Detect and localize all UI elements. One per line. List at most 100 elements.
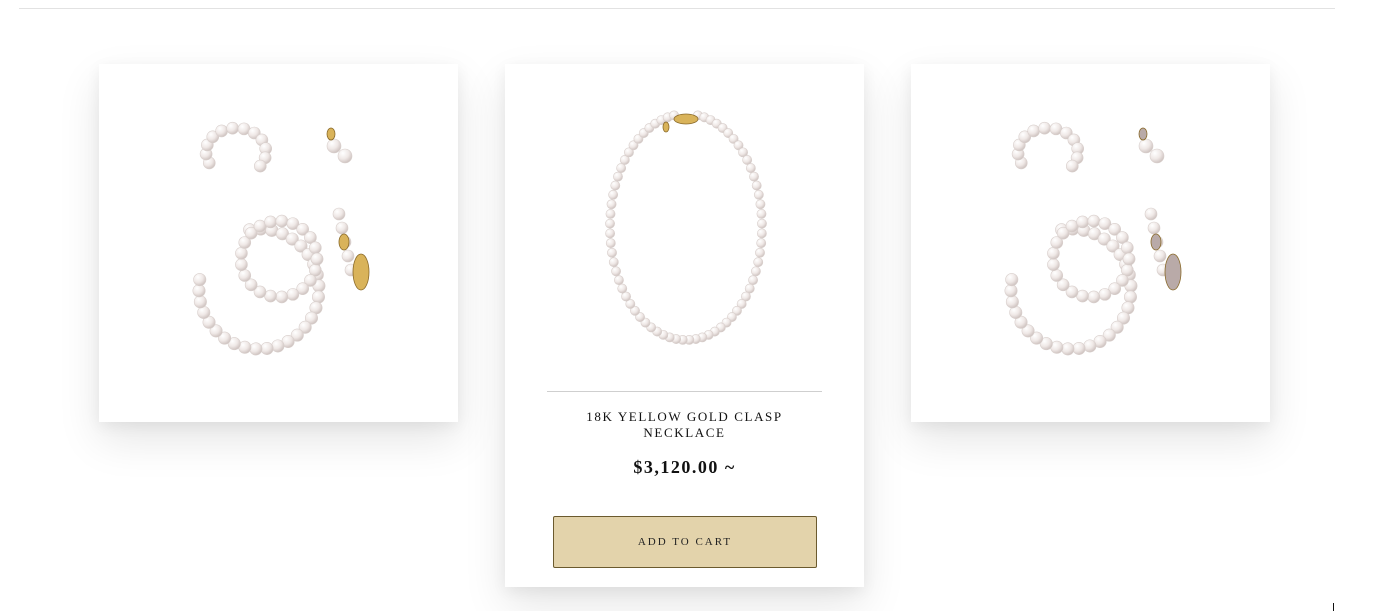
- pearl-icon: [748, 275, 758, 286]
- clasp-icon: [338, 233, 350, 251]
- pearl-icon: [275, 290, 289, 304]
- pearl-icon: [757, 218, 767, 229]
- pearl-icon: [753, 257, 764, 268]
- earring-post-icon: [1138, 127, 1148, 141]
- product-price: $3,120.00 ~: [633, 457, 736, 477]
- pearl-icon: [756, 209, 767, 219]
- clasp-icon: [352, 253, 370, 291]
- pearl-icon: [1087, 290, 1101, 304]
- text-cursor-icon: [1333, 603, 1334, 611]
- product-card-necklace[interactable]: 18K YELLOW GOLD CLASP NECKLACE $3,120.00…: [505, 64, 864, 587]
- product-image-pearl-set-white-gold[interactable]: [911, 64, 1270, 422]
- earring-icon: [326, 138, 342, 154]
- clasp-icon: [1164, 253, 1182, 291]
- pearl-icon: [192, 284, 206, 298]
- pearl-icon: [311, 290, 325, 304]
- pearl-icon: [1038, 121, 1051, 135]
- pearl-icon: [1144, 207, 1158, 221]
- pearl-icon: [1147, 221, 1161, 235]
- clasp-icon: [1150, 233, 1162, 251]
- pearl-icon: [1122, 252, 1136, 266]
- card-divider: [547, 391, 822, 392]
- earring-icon: [337, 148, 353, 164]
- pearl-icon: [614, 275, 624, 286]
- pearl-icon: [606, 199, 617, 210]
- pearl-icon: [605, 238, 616, 249]
- pearl-icon: [611, 266, 621, 277]
- pearl-icon: [1083, 339, 1097, 353]
- pearl-icon: [226, 121, 239, 135]
- pearl-icon: [341, 249, 355, 263]
- pearl-icon: [751, 266, 761, 277]
- pearl-icon: [332, 207, 346, 221]
- product-image-necklace[interactable]: [505, 64, 864, 422]
- pearl-icon: [753, 189, 764, 200]
- pearl-icon: [253, 159, 267, 173]
- pearl-icon: [742, 155, 753, 165]
- pearl-icon: [613, 171, 623, 182]
- pearl-icon: [1047, 247, 1060, 260]
- pearl-icon: [1065, 219, 1079, 233]
- pearl-icon: [260, 341, 274, 355]
- pearl-icon: [751, 180, 762, 191]
- pearl-icon: [610, 180, 621, 191]
- pearl-icon: [1050, 269, 1064, 282]
- pearl-icon: [238, 269, 252, 282]
- pearl-icon: [264, 289, 277, 303]
- pearl-icon: [309, 241, 322, 255]
- pearl-icon: [616, 163, 627, 173]
- pearl-icon: [745, 163, 756, 173]
- product-card-pearl-set-white-gold[interactable]: [911, 64, 1270, 422]
- pearl-icon: [756, 238, 767, 249]
- pearl-icon: [310, 252, 324, 266]
- pearl-icon: [1087, 214, 1101, 228]
- earring-post-icon: [326, 127, 336, 141]
- pearl-icon: [1005, 273, 1019, 287]
- pearl-icon: [1061, 342, 1075, 356]
- pearl-icon: [1153, 249, 1167, 263]
- pearl-icon: [605, 209, 616, 219]
- pearl-icon: [235, 258, 248, 271]
- pearl-icon: [1121, 241, 1134, 255]
- pearl-icon: [1027, 124, 1040, 138]
- earring-icon: [1149, 148, 1165, 164]
- pearl-icon: [235, 247, 248, 260]
- pearl-icon: [755, 247, 765, 258]
- pearl-icon: [1065, 159, 1079, 173]
- pearl-icon: [1047, 258, 1060, 271]
- product-title[interactable]: 18K YELLOW GOLD CLASP NECKLACE: [545, 409, 824, 441]
- pearl-icon: [1072, 341, 1086, 355]
- clasp-icon: [673, 113, 699, 125]
- pearl-icon: [608, 189, 619, 200]
- pearl-icon: [1005, 295, 1019, 309]
- product-card-pearl-set-gold[interactable]: [99, 64, 458, 422]
- pearl-icon: [755, 199, 766, 210]
- pearl-icon: [749, 171, 759, 182]
- pearl-icon: [275, 214, 289, 228]
- pearl-icon: [605, 228, 616, 239]
- add-to-cart-button[interactable]: ADD TO CART: [553, 516, 817, 568]
- pearl-icon: [271, 339, 285, 353]
- pearl-icon: [1076, 289, 1089, 303]
- pearl-icon: [215, 124, 228, 138]
- pearl-icon: [1076, 215, 1089, 229]
- pearl-icon: [193, 273, 207, 287]
- pearl-icon: [608, 257, 619, 268]
- pearl-icon: [1004, 284, 1018, 298]
- pearl-icon: [1098, 288, 1112, 301]
- pearl-icon: [335, 221, 349, 235]
- pearl-icon: [1123, 290, 1137, 304]
- pearl-icon: [253, 219, 267, 233]
- earring-icon: [1138, 138, 1154, 154]
- clasp-icon: [662, 121, 670, 133]
- pearl-icon: [605, 218, 615, 229]
- product-carousel-page: 18K YELLOW GOLD CLASP NECKLACE $3,120.00…: [0, 0, 1381, 611]
- pearl-icon: [607, 247, 617, 258]
- pearl-icon: [249, 342, 263, 356]
- top-divider: [19, 8, 1335, 9]
- pearl-icon: [756, 228, 767, 239]
- pearl-icon: [193, 295, 207, 309]
- pearl-icon: [286, 288, 300, 301]
- pearl-icon: [617, 283, 628, 294]
- product-image-pearl-set-gold[interactable]: [99, 64, 458, 422]
